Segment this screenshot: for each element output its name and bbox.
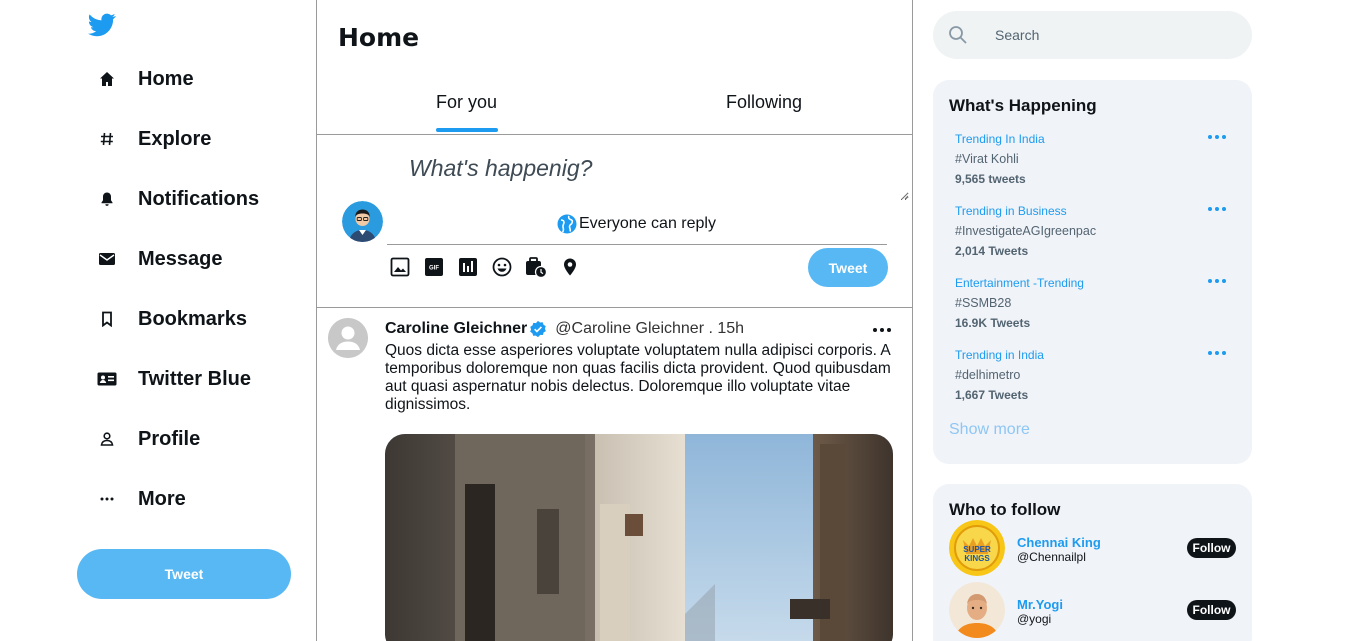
post-handle-time: @Caroline Gleichner . 15h: [555, 320, 745, 337]
follow-handle: @yogi: [1017, 612, 1052, 626]
follow-button[interactable]: Follow: [1187, 600, 1236, 620]
location-icon[interactable]: [559, 256, 581, 278]
envelope-icon: [96, 248, 118, 270]
search-box: [933, 11, 1252, 59]
who-to-follow-title: Who to follow: [949, 500, 1061, 519]
trends-title: What's Happening: [949, 96, 1097, 115]
more-options-icon[interactable]: [871, 320, 893, 340]
nav-item-home[interactable]: Home: [96, 59, 194, 99]
verified-badge-icon: [530, 320, 547, 338]
trend-category: Trending in Business: [955, 204, 1067, 218]
whats-happening-card: What's Happening Trending In India #Vira…: [933, 80, 1252, 464]
search-input[interactable]: [995, 23, 1235, 47]
compose-toolbar: GIF: [389, 256, 581, 278]
nav-item-twitter-blue[interactable]: Twitter Blue: [96, 359, 251, 399]
nav-item-bookmarks[interactable]: Bookmarks: [96, 299, 247, 339]
more-options-icon[interactable]: [1207, 276, 1227, 286]
trend-name: #Virat Kohli: [955, 152, 1019, 166]
trend-item[interactable]: Trending in India #delhimetro 1,667 Twee…: [955, 348, 1245, 408]
nav-item-explore[interactable]: Explore: [96, 119, 211, 159]
follow-name[interactable]: Mr.Yogi: [1017, 597, 1063, 612]
follow-avatar[interactable]: SUPER KINGS: [949, 520, 1005, 576]
tab-following[interactable]: Following: [726, 92, 802, 113]
follow-name[interactable]: Chennai King: [1017, 535, 1101, 550]
compose-avatar[interactable]: [342, 201, 383, 242]
sidebar-tweet-button[interactable]: Tweet: [77, 549, 291, 599]
nav-label-twitter-blue: Twitter Blue: [138, 367, 251, 390]
follow-suggestion: SUPER KINGS Chennai King @Chennailpl Fol…: [949, 520, 1239, 576]
reply-setting-label: Everyone can reply: [579, 215, 716, 232]
show-more-link[interactable]: Show more: [949, 421, 1030, 439]
follow-button[interactable]: Follow: [1187, 538, 1236, 558]
nav-item-more[interactable]: More: [96, 479, 186, 519]
page-title: Home: [338, 23, 420, 52]
nav-item-message[interactable]: Message: [96, 239, 223, 279]
nav-label-bookmarks: Bookmarks: [138, 307, 247, 330]
post-author-name[interactable]: Caroline Gleichner: [385, 320, 527, 338]
active-tab-indicator: [436, 128, 498, 132]
poll-icon[interactable]: [457, 256, 479, 278]
schedule-icon[interactable]: [525, 256, 547, 278]
globe-icon: [557, 214, 577, 234]
follow-suggestion: Mr.Yogi @yogi Follow: [949, 582, 1239, 638]
search-icon: [949, 26, 967, 44]
post-avatar[interactable]: [328, 318, 368, 358]
trend-item[interactable]: Trending In India #Virat Kohli 9,565 twe…: [955, 132, 1245, 192]
svg-text:KINGS: KINGS: [964, 554, 990, 563]
svg-text:SUPER: SUPER: [963, 545, 991, 554]
nav-label-profile: Profile: [138, 427, 201, 450]
trend-count: 16.9K Tweets: [955, 316, 1031, 330]
more-options-icon[interactable]: [1207, 132, 1227, 142]
trend-count: 2,014 Tweets: [955, 244, 1029, 258]
compose-tweet-button[interactable]: Tweet: [808, 248, 888, 287]
more-options-icon[interactable]: [1207, 348, 1227, 358]
tab-for-you[interactable]: For you: [436, 92, 497, 113]
nav-item-profile[interactable]: Profile: [96, 419, 200, 459]
nav-label-message: Message: [138, 247, 223, 270]
nav-item-notifications[interactable]: Notifications: [96, 179, 259, 219]
trend-count: 1,667 Tweets: [955, 388, 1029, 402]
trend-category: Trending In India: [955, 132, 1045, 146]
left-sidebar: Home Explore Notifications Message Bookm…: [0, 0, 316, 641]
image-icon[interactable]: [389, 256, 411, 278]
divider: [317, 134, 912, 135]
nav-label-explore: Explore: [138, 127, 212, 150]
more-dots-icon: [96, 488, 118, 510]
nav-label-more: More: [138, 487, 186, 510]
home-icon: [96, 68, 118, 90]
follow-avatar[interactable]: [949, 582, 1005, 638]
compose-tweet-input[interactable]: [387, 137, 909, 201]
emoji-icon[interactable]: [491, 256, 513, 278]
hashtag-icon: [96, 128, 118, 150]
trend-name: #InvestigateAGIgreenpac: [955, 224, 1097, 238]
reply-setting[interactable]: Everyone can reply: [557, 214, 716, 234]
more-options-icon[interactable]: [1207, 204, 1227, 214]
bookmark-icon: [96, 308, 118, 330]
gif-icon[interactable]: GIF: [423, 256, 445, 278]
main-timeline: Home For you Following Everyone can repl…: [316, 0, 913, 641]
trend-name: #delhimetro: [955, 368, 1021, 382]
post-media-image[interactable]: [385, 434, 893, 641]
nav-label-notifications: Notifications: [138, 187, 260, 210]
trend-name: #SSMB28: [955, 296, 1012, 310]
post-header: Caroline Gleichner @Caroline Gleichner .…: [385, 320, 744, 338]
trend-item[interactable]: Entertainment -Trending #SSMB28 16.9K Tw…: [955, 276, 1245, 336]
id-card-icon: [96, 368, 118, 390]
trend-count: 9,565 tweets: [955, 172, 1026, 186]
post-text: Quos dicta esse asperiores voluptate vol…: [385, 342, 891, 413]
twitter-bird-icon[interactable]: [88, 12, 116, 38]
svg-text:GIF: GIF: [429, 266, 439, 272]
resize-grip-icon[interactable]: [899, 190, 909, 200]
follow-handle: @Chennailpl: [1017, 550, 1086, 564]
bell-icon: [96, 188, 118, 210]
person-icon: [96, 428, 118, 450]
compose-divider: [387, 244, 887, 245]
who-to-follow-card: Who to follow SUPER KINGS Chennai King @…: [933, 484, 1252, 641]
nav-label-home: Home: [138, 67, 194, 90]
trend-category: Entertainment -Trending: [955, 276, 1084, 290]
trend-item[interactable]: Trending in Business #InvestigateAGIgree…: [955, 204, 1245, 264]
trend-category: Trending in India: [955, 348, 1044, 362]
divider: [317, 307, 912, 308]
